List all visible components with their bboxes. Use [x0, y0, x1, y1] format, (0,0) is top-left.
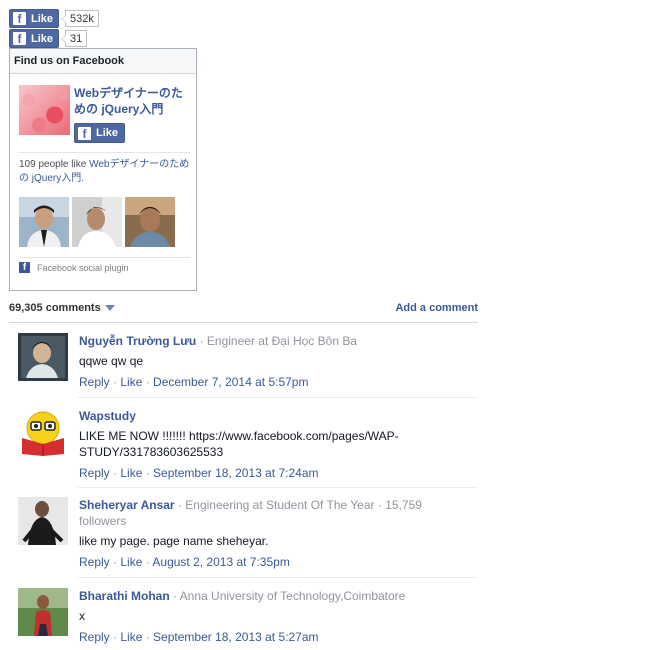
comments-count: 69,305 comments [9, 302, 101, 314]
like-link[interactable]: Like [120, 630, 142, 644]
fan-avatar[interactable] [125, 197, 175, 247]
page-name-link[interactable]: Webデザイナーのための jQuery入門 [74, 85, 192, 117]
comment-actions: Reply · Like · September 18, 2013 at 7:2… [79, 466, 319, 480]
avatar[interactable] [18, 497, 68, 545]
reply-link[interactable]: Reply [79, 375, 110, 389]
like-link[interactable]: Like [120, 555, 142, 569]
commenter-name[interactable]: Sheheryar Ansar [79, 498, 175, 512]
facebook-icon: f [13, 32, 26, 46]
like-button[interactable]: f Like [9, 29, 60, 48]
comment-timestamp[interactable]: August 2, 2013 at 7:35pm [152, 555, 289, 569]
like-link[interactable]: Like [120, 466, 142, 480]
comment-body: Wapstudy LIKE ME NOW !!!!!!! https://www… [79, 408, 464, 480]
comment-body: Bharathi Mohan · Anna University of Tech… [79, 588, 464, 644]
people-like-text: 109 people like Webデザイナーのための jQuery入門. [19, 158, 191, 186]
page-thumbnail[interactable] [19, 85, 70, 135]
like-count: 31 [60, 30, 88, 47]
fan-avatar[interactable] [19, 197, 69, 247]
like-link[interactable]: Like [120, 375, 142, 389]
commenter-name[interactable]: Nguyễn Trường Lưu [79, 334, 196, 348]
comment-text: x [79, 609, 85, 623]
reply-link[interactable]: Reply [79, 466, 110, 480]
comment-actions: Reply · Like · August 2, 2013 at 7:35pm [79, 555, 290, 569]
comments-count-dropdown[interactable]: 69,305 comments [9, 302, 115, 314]
like-label: Like [96, 127, 119, 139]
like-count: 532k [61, 10, 99, 27]
comment-header: Bharathi Mohan · Anna University of Tech… [79, 588, 464, 604]
chevron-down-icon [104, 305, 115, 311]
comment-divider [78, 577, 478, 578]
avatar[interactable] [18, 333, 68, 381]
like-button-widget-2: f Like 31 [9, 29, 88, 48]
comment-header: Nguyễn Trường Lưu · Engineer at Đại Học … [79, 333, 464, 349]
comment-actions: Reply · Like · December 7, 2014 at 5:57p… [79, 375, 309, 389]
avatar[interactable] [18, 408, 68, 456]
comment-timestamp[interactable]: September 18, 2013 at 7:24am [153, 466, 318, 480]
facebook-icon: f [13, 12, 26, 26]
like-button[interactable]: f Like [9, 9, 60, 28]
divider [19, 152, 190, 153]
like-box-title: Find us on Facebook [10, 49, 196, 74]
like-label: Like [31, 32, 54, 45]
facebook-like-box: Find us on Facebook Webデザイナーのための jQuery入… [9, 48, 197, 291]
commenter-name[interactable]: Bharathi Mohan [79, 589, 170, 603]
avatar[interactable] [18, 588, 68, 636]
commenter-meta: · Anna University of Technology,Coimbato… [169, 589, 406, 603]
fan-avatar[interactable] [72, 197, 122, 247]
comment-text: like my page. page name sheheyar. [79, 534, 269, 548]
add-comment-link[interactable]: Add a comment [395, 302, 478, 314]
comment-body: Sheheryar Ansar · Engineering at Student… [79, 497, 464, 569]
commenter-name[interactable]: Wapstudy [79, 409, 136, 423]
commenter-meta: · Engineer at Đại Học Bôn Ba [196, 334, 358, 348]
page-like-button[interactable]: f Like [74, 123, 126, 143]
facebook-icon: f [78, 126, 91, 141]
comment-text: LIKE ME NOW !!!!!!! https://www.facebook… [79, 429, 399, 459]
comment-text: qqwe qw qe [79, 354, 144, 368]
comment-divider [78, 487, 478, 488]
like-label: Like [31, 12, 54, 25]
reply-link[interactable]: Reply [79, 555, 110, 569]
like-button-widget-1: f Like 532k [9, 9, 99, 28]
facebook-icon: f [19, 262, 30, 273]
comment-actions: Reply · Like · September 18, 2013 at 5:2… [79, 630, 319, 644]
social-plugin-footer[interactable]: f Facebook social plugin [19, 262, 129, 273]
comment-timestamp[interactable]: December 7, 2014 at 5:57pm [153, 375, 308, 389]
comment-body: Nguyễn Trường Lưu · Engineer at Đại Học … [79, 333, 464, 389]
divider [19, 257, 190, 258]
comment-header: Wapstudy [79, 408, 464, 424]
comment-divider [78, 397, 478, 398]
comments-header: 69,305 comments Add a comment [9, 296, 478, 323]
people-count-text: 109 people like [19, 159, 90, 170]
reply-link[interactable]: Reply [79, 630, 110, 644]
comment-header: Sheheryar Ansar · Engineering at Student… [79, 497, 464, 529]
plugin-label: Facebook social plugin [37, 262, 129, 273]
comment-timestamp[interactable]: September 18, 2013 at 5:27am [153, 630, 318, 644]
